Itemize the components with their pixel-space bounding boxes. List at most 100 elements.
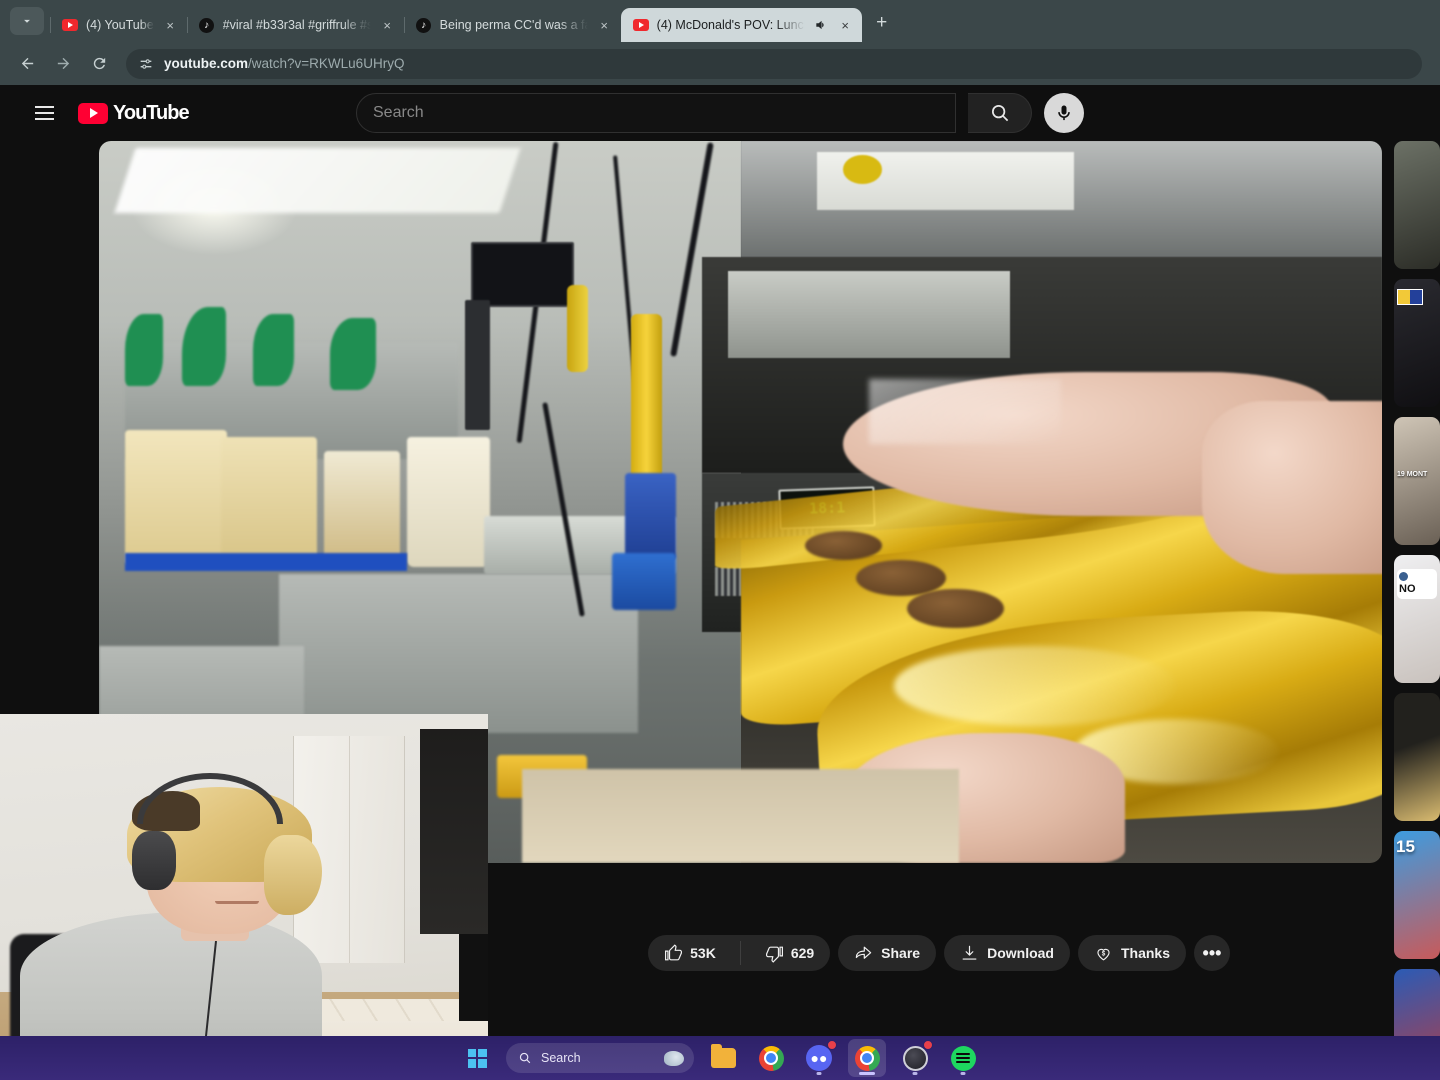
forearm: [1202, 400, 1382, 575]
chrome-active-button[interactable]: [848, 1039, 886, 1077]
recommendation-item[interactable]: [1394, 693, 1440, 821]
glove-highlight: [868, 379, 1062, 445]
spotify-icon: [950, 1045, 976, 1071]
start-button[interactable]: [458, 1039, 496, 1077]
share-arrow-icon: [855, 946, 872, 959]
browser-toolbar: youtube.com/watch?v=RKWLu6UHryQ: [0, 42, 1440, 85]
thumbnail-label: 15: [1396, 837, 1415, 856]
browser-tab-0[interactable]: (4) YouTube ×: [50, 8, 187, 42]
browser-tab-2[interactable]: ♪ Being perma CC'd was a fantas ×: [403, 8, 621, 42]
tab-title: (4) YouTube: [86, 18, 154, 32]
search-button[interactable]: [968, 93, 1032, 133]
green-clip: [329, 317, 377, 391]
search-input[interactable]: [373, 104, 955, 122]
tab-search-button[interactable]: [10, 7, 44, 35]
like-dislike-group: 53K 629: [648, 935, 831, 971]
youtube-header: YouTube: [0, 85, 1440, 141]
file-explorer-button[interactable]: [704, 1039, 742, 1077]
search-box[interactable]: [356, 93, 956, 133]
like-button[interactable]: 53K: [648, 935, 732, 971]
back-button[interactable]: [10, 47, 44, 81]
ceiling-light: [114, 148, 521, 214]
youtube-icon: [632, 17, 649, 33]
blue-fitting: [625, 473, 677, 560]
recommendations-rail: 19 MONT NO 15: [1394, 141, 1440, 1080]
sauce-bottle: [406, 437, 491, 567]
thumbnail: [1394, 693, 1440, 821]
windows-logo-icon: [467, 1048, 487, 1068]
tab-close-button[interactable]: ×: [596, 17, 613, 34]
forward-button[interactable]: [46, 47, 80, 81]
arrow-left-icon: [21, 57, 33, 70]
reload-icon: [93, 57, 105, 70]
screen-root: (4) YouTube × ♪ #viral #b33r3al #griffru…: [0, 0, 1440, 1080]
chrome-button[interactable]: [752, 1039, 790, 1077]
youtube-icon: [62, 17, 78, 33]
folder-icon: [710, 1044, 736, 1068]
thumbs-up-icon: [665, 943, 683, 960]
tab-close-button[interactable]: ×: [837, 17, 854, 34]
thumbs-down-icon: [765, 946, 783, 963]
recommendation-item[interactable]: 15: [1394, 831, 1440, 959]
browser-tab-3[interactable]: (4) McDonald's POV: Lunch ×: [620, 8, 862, 42]
tab-close-button[interactable]: ×: [379, 17, 396, 34]
notification-badge: [827, 1040, 837, 1050]
recommendation-item[interactable]: NO: [1394, 555, 1440, 683]
thumbnail-badge: [1397, 289, 1423, 305]
thanks-button[interactable]: $ Thanks: [1077, 935, 1186, 971]
thumbnail: [1394, 141, 1440, 269]
address-bar[interactable]: youtube.com/watch?v=RKWLu6UHryQ: [126, 48, 1422, 79]
obs-button[interactable]: [896, 1039, 934, 1077]
dark-wall-panel: [419, 728, 488, 934]
tab-title: Being perma CC'd was a fantas: [439, 18, 588, 32]
new-tab-button[interactable]: +: [868, 9, 896, 37]
yellow-hose: [567, 285, 588, 373]
url-domain: youtube.com: [164, 56, 249, 71]
notification-badge: [923, 1040, 933, 1050]
youtube-logo[interactable]: YouTube: [78, 102, 190, 125]
like-count: 53K: [690, 945, 716, 961]
avatar: [1399, 572, 1408, 581]
blue-tray-edge: [124, 552, 407, 571]
green-clip: [124, 314, 164, 387]
beef-patty: [804, 530, 882, 560]
thumbnail: [1394, 417, 1440, 545]
tune-icon[interactable]: [138, 56, 154, 72]
chevron-down-icon: [24, 19, 30, 23]
url-path: /watch?v=RKWLu6UHryQ: [248, 56, 405, 71]
copilot-icon[interactable]: [664, 1050, 684, 1066]
spotify-button[interactable]: [944, 1039, 982, 1077]
thanks-label: Thanks: [1120, 945, 1170, 961]
download-button[interactable]: Download: [944, 935, 1070, 971]
recommendation-item[interactable]: [1394, 279, 1440, 407]
action-divider: [739, 941, 741, 965]
reload-button[interactable]: [82, 47, 116, 81]
tab-audio-icon[interactable]: [813, 17, 829, 33]
taskbar-search[interactable]: Search: [506, 1043, 694, 1073]
beef-patty: [907, 588, 1004, 629]
magnifier-icon: [991, 104, 1008, 122]
steel-cabinet: [278, 574, 638, 734]
hamburger-icon[interactable]: [24, 93, 64, 133]
tab-strip: (4) YouTube × ♪ #viral #b33r3al #griffru…: [0, 0, 1440, 42]
more-actions-button[interactable]: •••: [1194, 935, 1230, 971]
recommendation-item[interactable]: [1394, 141, 1440, 269]
monitor: [458, 933, 488, 1022]
chrome-icon: [854, 1045, 880, 1071]
recommendation-item[interactable]: 19 MONT: [1394, 417, 1440, 545]
arrow-right-icon: [57, 57, 69, 70]
voice-search-button[interactable]: [1044, 93, 1084, 133]
ingredient-tub: [220, 437, 318, 567]
monitor-arm: [464, 299, 491, 430]
discord-button[interactable]: ●●: [800, 1039, 838, 1077]
tab-close-button[interactable]: ×: [162, 17, 179, 34]
share-label: Share: [881, 945, 921, 961]
running-indicator: [859, 1072, 875, 1075]
machine-drawer: [727, 270, 1010, 358]
browser-tab-1[interactable]: ♪ #viral #b33r3al #griffrule #scho ×: [186, 8, 404, 42]
taskbar-search-placeholder: Search: [541, 1051, 581, 1065]
ellipsis-icon: •••: [1202, 942, 1222, 963]
svg-text:$: $: [1102, 950, 1106, 957]
dislike-button[interactable]: 629: [749, 935, 830, 971]
share-button[interactable]: Share: [838, 935, 937, 971]
